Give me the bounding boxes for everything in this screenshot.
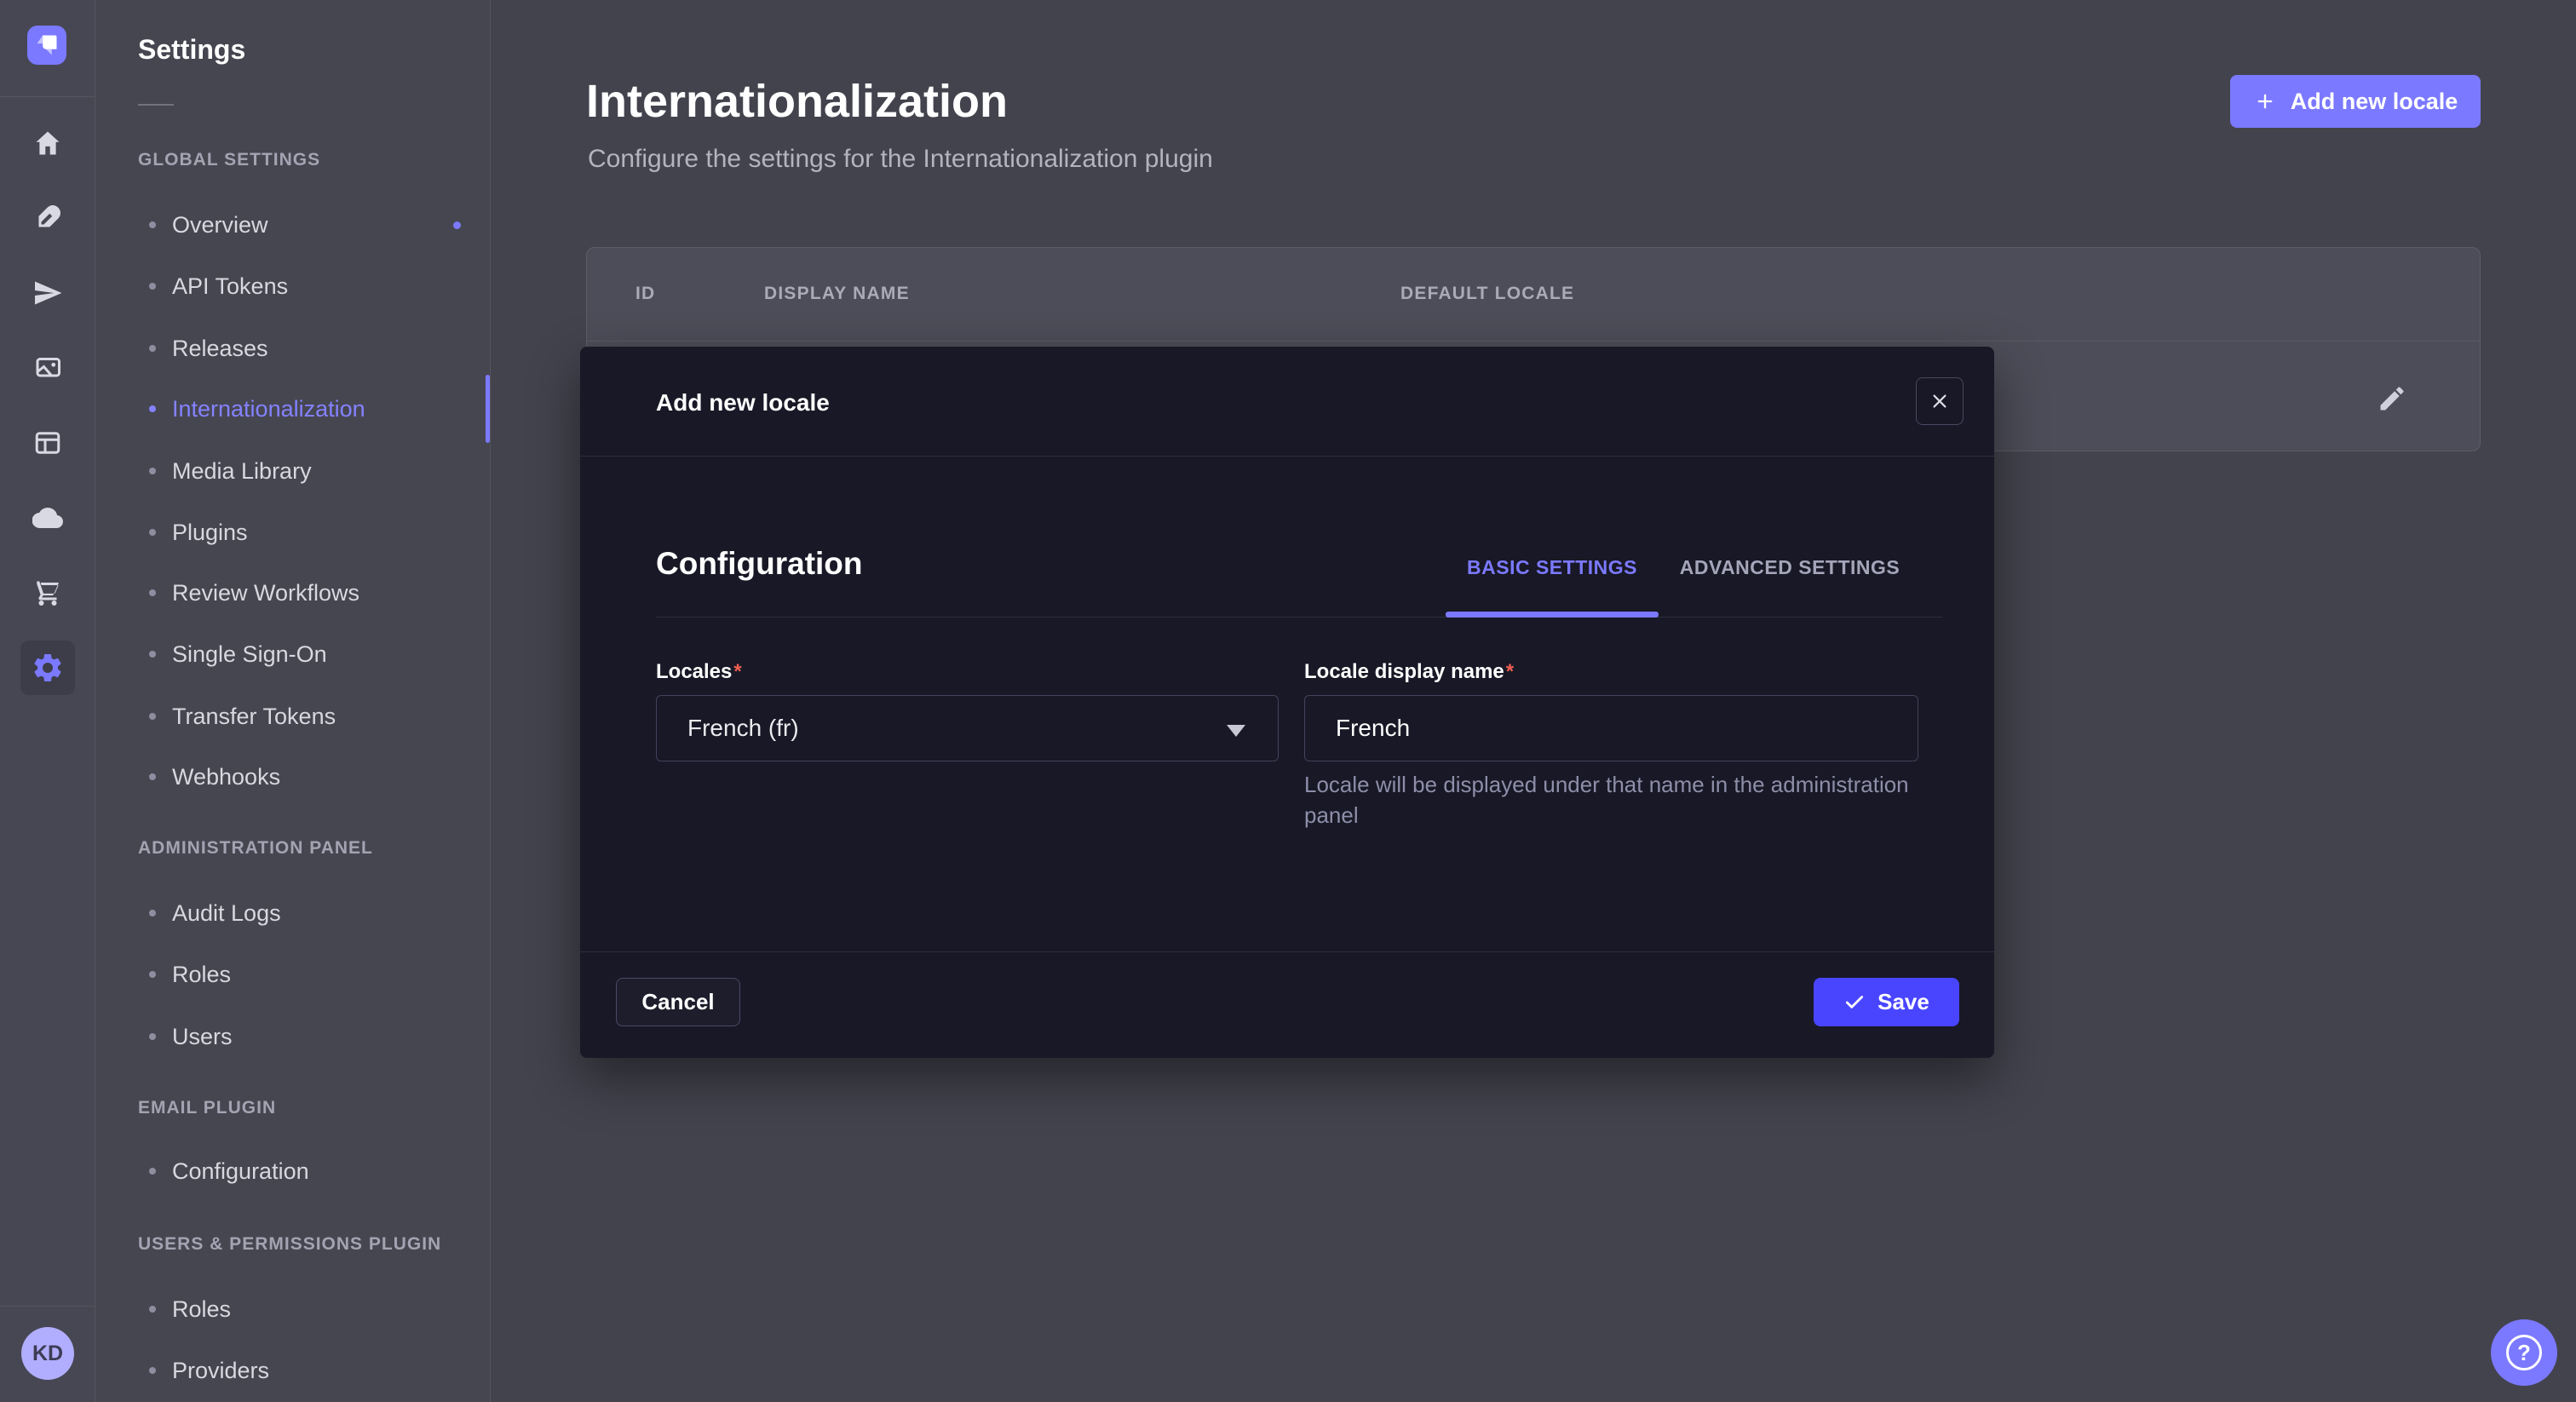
settings-sidebar-title: Settings: [138, 34, 245, 66]
section-administration-panel: ADMINISTRATION PANEL: [138, 838, 373, 859]
pencil-icon: [2377, 383, 2407, 414]
section-users-permissions-plugin: USERS & PERMISSIONS PLUGIN: [138, 1234, 441, 1255]
sidebar-divider: [0, 96, 95, 97]
display-name-input[interactable]: [1304, 695, 1918, 761]
tab-advanced-settings[interactable]: ADVANCED SETTINGS: [1678, 556, 1901, 579]
sidebar-item-releases[interactable]: Releases: [95, 331, 490, 365]
sidebar-item-api-tokens[interactable]: API Tokens: [95, 269, 490, 303]
add-new-locale-button[interactable]: Add new locale: [2230, 75, 2481, 128]
bullet-icon: [149, 1306, 156, 1313]
display-name-field-label: Locale display name*: [1304, 660, 1514, 684]
strapi-logo[interactable]: [27, 26, 66, 65]
icon-sidebar: KD: [0, 0, 95, 1402]
bullet-icon: [149, 283, 156, 290]
bullet-icon: [149, 713, 156, 720]
table-header-divider: [587, 341, 2480, 342]
configuration-heading: Configuration: [656, 546, 863, 582]
locales-field-label: Locales*: [656, 660, 742, 684]
tabs-divider: [656, 617, 1942, 618]
column-header-display-name: DISPLAY NAME: [764, 284, 910, 304]
sidebar-item-providers[interactable]: Providers: [95, 1353, 490, 1388]
help-button[interactable]: ?: [2491, 1319, 2557, 1386]
check-icon: [1843, 991, 1866, 1014]
page-title: Internationalization: [586, 75, 1008, 128]
bullet-icon: [149, 405, 156, 412]
sidebar-item-internationalization[interactable]: Internationalization: [95, 392, 490, 426]
page-subtitle: Configure the settings for the Internati…: [588, 145, 1213, 174]
bullet-icon: [149, 1168, 156, 1175]
add-new-locale-label: Add new locale: [2291, 89, 2458, 115]
bullet-icon: [149, 910, 156, 916]
sidebar-item-webhooks[interactable]: Webhooks: [95, 760, 490, 794]
sidebar-item-email-configuration[interactable]: Configuration: [95, 1154, 490, 1188]
close-button[interactable]: [1916, 377, 1964, 425]
sidebar-item-review-workflows[interactable]: Review Workflows: [95, 576, 490, 610]
send-icon[interactable]: [0, 278, 95, 308]
active-tab-indicator: [1446, 612, 1659, 618]
add-locale-modal: Add new locale Configuration BASIC SETTI…: [580, 347, 1994, 1058]
media-library-icon[interactable]: [0, 353, 95, 383]
modal-footer-divider: [580, 951, 1994, 952]
required-asterisk: *: [1504, 660, 1514, 683]
locales-select-value: French (fr): [687, 715, 799, 742]
display-name-hint: Locale will be displayed under that name…: [1304, 769, 1918, 830]
section-global-settings: GLOBAL SETTINGS: [138, 150, 320, 170]
cancel-button[interactable]: Cancel: [616, 978, 740, 1026]
edit-locale-button[interactable]: [2376, 382, 2408, 415]
locales-select[interactable]: French (fr): [656, 695, 1279, 761]
user-avatar[interactable]: KD: [21, 1327, 74, 1380]
sidebar-item-single-sign-on[interactable]: Single Sign-On: [95, 637, 490, 671]
required-asterisk: *: [732, 660, 741, 683]
bullet-icon: [149, 651, 156, 658]
content-type-builder-icon[interactable]: [0, 203, 95, 233]
bullet-icon: [149, 529, 156, 536]
plus-icon: [2253, 89, 2277, 113]
chevron-down-icon: [1227, 725, 1245, 737]
section-email-plugin: EMAIL PLUGIN: [138, 1098, 276, 1118]
column-header-id: ID: [635, 284, 655, 304]
notification-dot: [453, 221, 461, 229]
sidebar-divider: [0, 1306, 95, 1307]
bullet-icon: [149, 1367, 156, 1374]
bullet-icon: [149, 589, 156, 596]
question-mark-icon: ?: [2506, 1335, 2542, 1370]
settings-gear-icon[interactable]: [0, 652, 95, 683]
column-header-default-locale: DEFAULT LOCALE: [1400, 284, 1574, 304]
save-label: Save: [1877, 989, 1929, 1015]
bullet-icon: [149, 221, 156, 228]
close-icon: [1930, 392, 1949, 411]
home-icon[interactable]: [0, 128, 95, 158]
sidebar-item-overview[interactable]: Overview: [95, 208, 490, 242]
save-button[interactable]: Save: [1814, 978, 1959, 1026]
modal-title: Add new locale: [656, 389, 830, 417]
strapi-logo-icon: [27, 26, 66, 65]
settings-sidebar: Settings GLOBAL SETTINGS Overview API To…: [95, 0, 491, 1402]
bullet-icon: [149, 468, 156, 474]
bullet-icon: [149, 1033, 156, 1040]
bullet-icon: [149, 345, 156, 352]
content-manager-icon[interactable]: [0, 428, 95, 458]
sidebar-item-up-roles[interactable]: Roles: [95, 1292, 490, 1326]
avatar-initials: KD: [32, 1342, 63, 1366]
marketplace-cart-icon[interactable]: [0, 577, 95, 608]
sidebar-item-users[interactable]: Users: [95, 1020, 490, 1054]
sidebar-item-transfer-tokens[interactable]: Transfer Tokens: [95, 699, 490, 733]
title-underline: [138, 104, 174, 106]
bullet-icon: [149, 971, 156, 978]
tab-basic-settings[interactable]: BASIC SETTINGS: [1446, 556, 1659, 579]
sidebar-item-audit-logs[interactable]: Audit Logs: [95, 896, 490, 930]
active-item-indicator: [486, 375, 490, 443]
cloud-icon[interactable]: [0, 503, 95, 533]
modal-header-divider: [580, 456, 1994, 457]
bullet-icon: [149, 773, 156, 780]
sidebar-item-plugins[interactable]: Plugins: [95, 515, 490, 549]
sidebar-item-admin-roles[interactable]: Roles: [95, 957, 490, 991]
sidebar-item-media-library[interactable]: Media Library: [95, 454, 490, 488]
